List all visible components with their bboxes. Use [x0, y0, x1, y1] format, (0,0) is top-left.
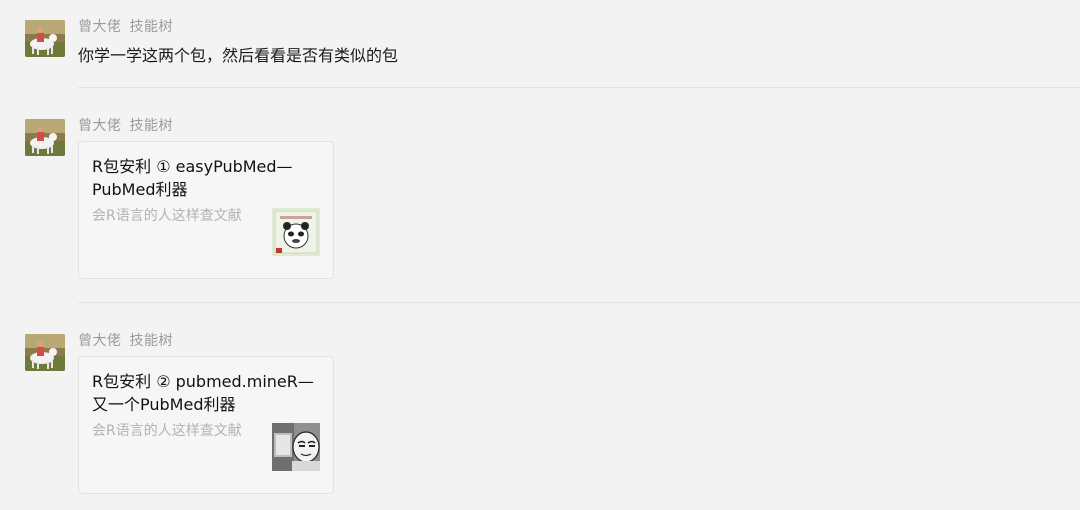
sender-name[interactable]: 曾大佬 — [78, 118, 122, 134]
group-name: 技能树 — [129, 19, 173, 35]
panda-meme-thumbnail — [272, 208, 320, 256]
cartoon-reader-thumbnail — [272, 423, 320, 471]
message-meta: 曾大佬 技能树 — [78, 16, 173, 36]
sender-name[interactable]: 曾大佬 — [78, 19, 122, 35]
message-text: 你学一学这两个包，然后看看是否有类似的包 — [78, 46, 399, 65]
article-card[interactable]: R包安利 ② pubmed.mineR—又一个PubMed利器 会R语言的人这样… — [78, 356, 334, 494]
message-meta: 曾大佬 技能树 — [78, 330, 173, 350]
card-title: R包安利 ① easyPubMed—PubMed利器 — [92, 157, 293, 199]
group-name: 技能树 — [129, 333, 173, 349]
avatar[interactable] — [25, 20, 65, 57]
group-name: 技能树 — [129, 118, 173, 134]
avatar[interactable] — [25, 119, 65, 156]
card-description: 会R语言的人这样查文献 — [92, 208, 242, 224]
avatar[interactable] — [25, 334, 65, 371]
message-meta: 曾大佬 技能树 — [78, 115, 173, 135]
message-divider — [78, 302, 1080, 303]
sender-name[interactable]: 曾大佬 — [78, 333, 122, 349]
message-divider — [78, 87, 1080, 88]
card-title: R包安利 ② pubmed.mineR—又一个PubMed利器 — [92, 372, 314, 414]
article-card[interactable]: R包安利 ① easyPubMed—PubMed利器 会R语言的人这样查文献 — [78, 141, 334, 279]
card-description: 会R语言的人这样查文献 — [92, 423, 242, 439]
chat-window: 曾大佬 技能树 你学一学这两个包，然后看看是否有类似的包 曾大佬 技能树 R包安… — [0, 0, 1080, 510]
